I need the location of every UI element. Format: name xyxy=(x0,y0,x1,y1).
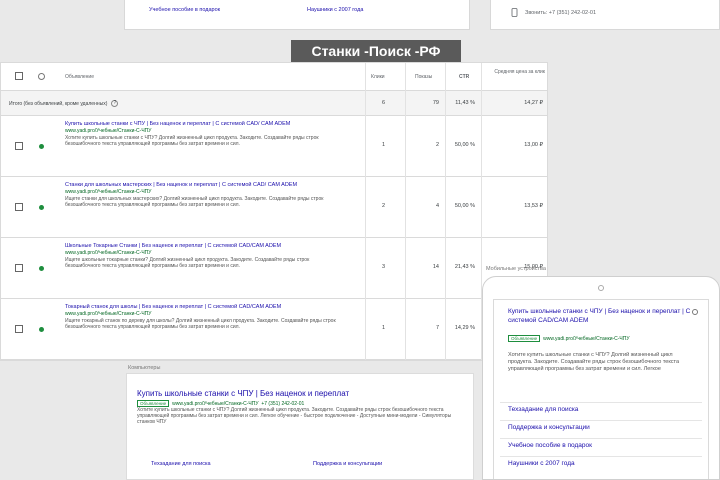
desktop-ad-preview: Купить школьные станки с ЧПУ | Без нацен… xyxy=(126,373,474,480)
mobile-sitelink-1[interactable]: Техзадание для поиска xyxy=(508,406,578,413)
table-header: Объявление Клики Показы CTR Средняя цена… xyxy=(1,63,547,91)
row-ctr: 50,00 % xyxy=(454,142,475,148)
row-checkbox[interactable] xyxy=(15,325,23,333)
call-phone-text[interactable]: Звонить: +7 (351) 242-02-01 xyxy=(525,10,596,16)
total-row: Итого (без объявлений, кроме удаленных)?… xyxy=(1,91,547,116)
ad-cell: Токарный станок для школы | Без наценок … xyxy=(65,304,343,330)
row-cpc: 13,00 ₽ xyxy=(524,142,543,148)
ad-badge: Объявление xyxy=(508,335,541,342)
mobile-ad-description: Хотите купить школьные станки с ЧПУ? Дол… xyxy=(508,352,680,372)
top-ad-card: Учебное пособие в подарок Наушники с 200… xyxy=(124,0,470,30)
sitelink-headphones[interactable]: Наушники с 2007 года xyxy=(307,7,363,13)
table-row: Купить школьные станки с ЧПУ | Без нацен… xyxy=(1,116,547,177)
ad-cell: Школьные Токарные Станки | Без наценок и… xyxy=(65,243,343,269)
ad-title[interactable]: Станки для школьных мастерских | Без нац… xyxy=(65,182,343,189)
ads-table: Объявление Клики Показы CTR Средняя цена… xyxy=(0,62,548,361)
table-row: Токарный станок для школы | Без наценок … xyxy=(1,299,547,360)
col-impressions[interactable]: Показы xyxy=(415,74,432,80)
total-cpc: 14,27 ₽ xyxy=(524,100,543,106)
status-active-icon xyxy=(39,266,44,271)
ad-description: Ищете школьные токарные станки? Долгий ж… xyxy=(65,257,310,270)
ad-description: Ищете токарный станок по дереву для школ… xyxy=(65,318,336,331)
col-ad[interactable]: Объявление xyxy=(65,74,94,80)
info-icon[interactable]: ? xyxy=(111,100,119,107)
total-label: Итого (без объявлений, кроме удаленных)? xyxy=(9,100,119,107)
row-checkbox[interactable] xyxy=(15,142,23,150)
status-active-icon xyxy=(39,144,44,149)
sitelink-gift[interactable]: Учебное пособие в подарок xyxy=(149,7,220,13)
row-ctr: 14,29 % xyxy=(454,325,475,331)
col-ctr[interactable]: CTR xyxy=(459,74,469,80)
mobile-ad-url-line: Объявление www.yadi.pro/Учебные/Станки-С-… xyxy=(508,335,630,342)
col-clicks[interactable]: Клики xyxy=(371,74,385,80)
info-icon[interactable] xyxy=(692,309,698,315)
divider xyxy=(445,63,446,360)
desktop-ad-title[interactable]: Купить школьные станки с ЧПУ | Без нацен… xyxy=(137,389,349,398)
row-ctr: 21,43 % xyxy=(454,264,475,270)
row-cpc: 13,53 ₽ xyxy=(524,203,543,209)
divider xyxy=(500,420,702,421)
status-active-icon xyxy=(39,205,44,210)
mobile-sitelink-3[interactable]: Учебное пособие в подарок xyxy=(508,442,592,449)
desktop-sitelink-2[interactable]: Поддержка и консультации xyxy=(313,461,382,467)
col-cpc[interactable]: Средняя цена за клик xyxy=(485,69,545,75)
ad-url[interactable]: www.yadi.pro/Учебные/Станки-С-ЧПУ xyxy=(65,250,343,257)
desktop-ad-url-line: Объявление www.yadi.pro/Учебные/Станки-С-… xyxy=(137,400,304,407)
top-mobile-card: Звонить: +7 (351) 242-02-01 xyxy=(490,0,720,30)
ad-description: Ищете станки для школьных мастерских? До… xyxy=(65,196,324,209)
row-checkbox[interactable] xyxy=(15,264,23,272)
ad-title[interactable]: Купить школьные станки с ЧПУ | Без нацен… xyxy=(65,121,343,128)
ad-cell: Станки для школьных мастерских | Без нац… xyxy=(65,182,343,208)
ad-url[interactable]: www.yadi.pro/Учебные/Станки-С-ЧПУ xyxy=(65,189,343,196)
mobile-sitelink-4[interactable]: Наушники с 2007 года xyxy=(508,460,575,467)
select-all-checkbox[interactable] xyxy=(15,72,23,80)
phone-screen: Купить школьные станки с ЧПУ | Без нацен… xyxy=(493,299,709,479)
camera-icon xyxy=(598,285,604,291)
divider xyxy=(405,63,406,360)
divider xyxy=(500,402,702,403)
divider xyxy=(500,438,702,439)
row-ctr: 50,00 % xyxy=(454,203,475,209)
mobile-preview-label: Мобильные устройства xyxy=(486,266,546,272)
table-row: Школьные Токарные Станки | Без наценок и… xyxy=(1,238,547,299)
ad-description: Хотите купить школьные станки с ЧПУ? Дол… xyxy=(65,135,319,148)
ad-url[interactable]: www.yadi.pro/Учебные/Станки-С-ЧПУ xyxy=(65,128,343,135)
mobile-ad-title[interactable]: Купить школьные станки с ЧПУ | Без нацен… xyxy=(508,308,698,325)
desktop-preview-label: Компьютеры xyxy=(128,365,161,371)
table-row: Станки для школьных мастерских | Без нац… xyxy=(1,177,547,238)
mobile-sitelink-2[interactable]: Поддержка и консультации xyxy=(508,424,590,431)
phone-icon xyxy=(511,8,518,17)
divider xyxy=(365,63,366,360)
status-header-icon xyxy=(38,73,45,80)
row-checkbox[interactable] xyxy=(15,203,23,211)
total-ctr: 11,43 % xyxy=(455,100,475,106)
desktop-ad-description: Хотите купить школьные станки с ЧПУ? Дол… xyxy=(137,407,452,426)
page-title: Станки -Поиск -РФ xyxy=(291,40,461,62)
ad-title[interactable]: Школьные Токарные Станки | Без наценок и… xyxy=(65,243,343,250)
ad-badge: Объявление xyxy=(137,400,170,407)
ad-url[interactable]: www.yadi.pro/Учебные/Станки-С-ЧПУ xyxy=(65,311,343,318)
status-active-icon xyxy=(39,327,44,332)
desktop-sitelink-1[interactable]: Техзадание для поиска xyxy=(151,461,211,467)
ad-title[interactable]: Токарный станок для школы | Без наценок … xyxy=(65,304,343,311)
ad-cell: Купить школьные станки с ЧПУ | Без нацен… xyxy=(65,121,343,147)
mobile-ad-url[interactable]: www.yadi.pro/Учебные/Станки-С-ЧПУ xyxy=(543,336,629,342)
mobile-ad-preview: Купить школьные станки с ЧПУ | Без нацен… xyxy=(482,276,720,480)
divider xyxy=(500,456,702,457)
